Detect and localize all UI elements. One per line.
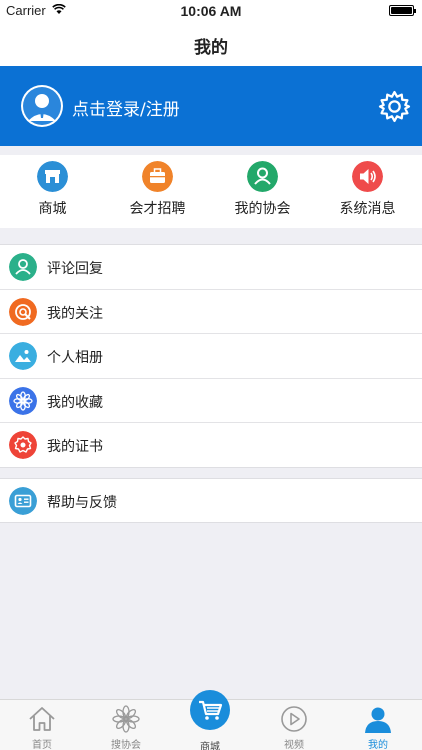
menu-item-label: 我的关注 bbox=[47, 305, 103, 322]
speaker-icon bbox=[352, 161, 383, 192]
tab-video[interactable]: 视频 bbox=[252, 700, 336, 750]
menu-item-label: 个人相册 bbox=[47, 350, 103, 367]
gear-icon[interactable] bbox=[378, 90, 411, 123]
menu-item-label: 帮助与反馈 bbox=[47, 495, 117, 511]
tab-store[interactable]: 商城 bbox=[168, 690, 252, 750]
tab-me[interactable]: 我的 bbox=[336, 700, 420, 750]
page-title: 我的 bbox=[194, 38, 228, 58]
menu-item-label: 评论回复 bbox=[47, 261, 103, 277]
quick-action-label: 我的协会 bbox=[234, 201, 291, 217]
tab-label: 视频 bbox=[284, 740, 304, 750]
flower-icon bbox=[9, 386, 37, 415]
profile-header[interactable]: 点击登录/注册 bbox=[0, 66, 422, 146]
avatar-person-icon bbox=[23, 87, 61, 125]
id-card-icon bbox=[9, 487, 37, 515]
menu-list: 评论回复 我的关注 个人相册 我的收藏 我的证书 bbox=[0, 244, 422, 468]
clock: 10:06 AM bbox=[180, 3, 242, 19]
menu-item-help-feedback[interactable]: 帮助与反馈 bbox=[0, 479, 422, 524]
tab-label: 搜协会 bbox=[111, 740, 141, 750]
person-outline-icon bbox=[9, 253, 37, 281]
quick-action-store[interactable]: 商城 bbox=[0, 155, 105, 228]
status-bar: Carrier 10:06 AM bbox=[0, 0, 422, 22]
play-icon bbox=[281, 706, 307, 732]
menu-item-comment-replies[interactable]: 评论回复 bbox=[0, 245, 422, 290]
person-icon bbox=[247, 161, 278, 192]
login-register-link[interactable]: 点击登录/注册 bbox=[72, 95, 180, 120]
flower-outline-icon bbox=[112, 705, 140, 733]
quick-action-recruitment[interactable]: 会才招聘 bbox=[105, 155, 210, 228]
cart-icon bbox=[199, 700, 223, 720]
menu-item-label: 我的收藏 bbox=[47, 394, 103, 411]
store-icon bbox=[37, 161, 68, 192]
menu-item-my-certificates[interactable]: 我的证书 bbox=[0, 423, 422, 468]
battery-icon bbox=[389, 5, 416, 16]
store-tab-button[interactable] bbox=[190, 690, 230, 730]
quick-action-label: 商城 bbox=[38, 201, 67, 217]
photo-icon bbox=[9, 342, 37, 371]
target-icon bbox=[9, 297, 37, 326]
menu-item-personal-album[interactable]: 个人相册 bbox=[0, 334, 422, 379]
badge-icon bbox=[9, 431, 37, 460]
menu-item-label: 我的证书 bbox=[47, 439, 103, 456]
quick-action-my-association[interactable]: 我的协会 bbox=[210, 155, 315, 228]
tab-home[interactable]: 首页 bbox=[0, 700, 84, 750]
avatar[interactable] bbox=[21, 85, 63, 127]
briefcase-icon bbox=[142, 161, 173, 192]
tab-label: 商城 bbox=[200, 742, 220, 750]
help-list: 帮助与反馈 bbox=[0, 478, 422, 523]
quick-action-label: 会才招聘 bbox=[129, 201, 186, 217]
tab-search-association[interactable]: 搜协会 bbox=[84, 700, 168, 750]
quick-action-label: 系统消息 bbox=[339, 201, 396, 217]
menu-item-my-favorites[interactable]: 我的收藏 bbox=[0, 379, 422, 424]
tab-label: 我的 bbox=[368, 740, 388, 750]
tab-label: 首页 bbox=[32, 740, 52, 750]
tab-bar: 首页 搜协会 商城 视频 我的 bbox=[0, 690, 422, 750]
user-icon bbox=[365, 707, 391, 733]
home-icon bbox=[29, 707, 55, 731]
navigation-bar: 我的 bbox=[0, 22, 422, 66]
quick-actions: 商城 会才招聘 我的协会 系统消息 bbox=[0, 155, 422, 228]
menu-item-my-follows[interactable]: 我的关注 bbox=[0, 290, 422, 335]
quick-action-system-messages[interactable]: 系统消息 bbox=[315, 155, 420, 228]
